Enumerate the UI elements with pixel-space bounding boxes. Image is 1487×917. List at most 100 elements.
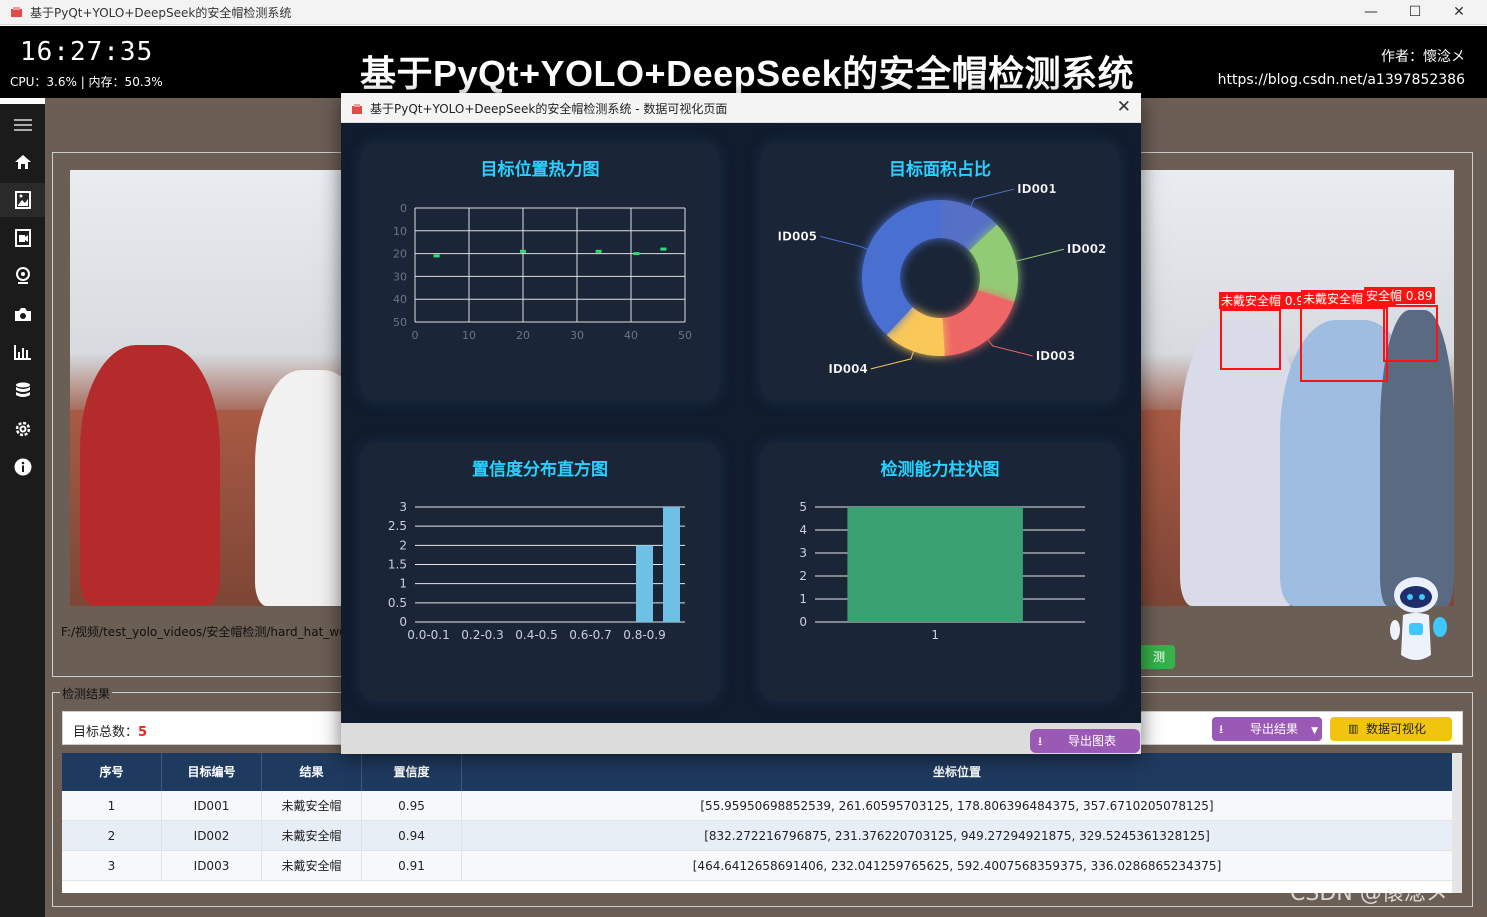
clock: 16:27:35 — [20, 37, 154, 67]
window-title: 基于PyQt+YOLO+DeepSeek的安全帽检测系统 — [30, 6, 292, 20]
y-tick-label: 3 — [799, 546, 807, 560]
export-results-label: 导出结果 — [1250, 722, 1299, 736]
camera-icon[interactable] — [0, 297, 45, 331]
download-icon: ⭳ — [1219, 722, 1224, 736]
results-table: 序号 目标编号 结果 置信度 坐标位置 1 ID001 未戴安全帽 0.95 [… — [62, 753, 1452, 893]
y-tick-label: 10 — [393, 225, 407, 238]
visualization-dialog: 基于PyQt+YOLO+DeepSeek的安全帽检测系统 - 数据可视化页面 ✕… — [341, 93, 1141, 754]
y-tick-label: 2 — [799, 569, 807, 583]
y-tick-label: 1 — [799, 592, 807, 606]
target-count-value: 5 — [138, 725, 148, 740]
chart-icon[interactable] — [0, 335, 45, 369]
author-label: 作者：懷淰メ — [1381, 49, 1465, 65]
y-tick-label: 5 — [799, 500, 807, 514]
watermark: CSDN @懷淰メ — [1290, 881, 1448, 906]
slice-label: ID005 — [778, 229, 817, 243]
image-icon[interactable] — [0, 183, 45, 217]
cell-confidence: 0.91 — [362, 851, 462, 881]
y-tick-label: 20 — [393, 248, 407, 261]
detection-label: 未戴安全帽 0.9 — [1219, 292, 1306, 309]
y-tick-label: 50 — [393, 316, 407, 329]
info-icon[interactable] — [0, 450, 45, 484]
dialog-close-button[interactable]: ✕ — [1117, 97, 1131, 117]
x-tick-label: 1 — [931, 628, 939, 642]
video-icon[interactable] — [0, 221, 45, 255]
settings-icon[interactable] — [0, 412, 45, 446]
table-header: 序号 目标编号 结果 置信度 坐标位置 — [62, 753, 1452, 791]
export-chart-button[interactable]: ⭳ 导出图表 — [1030, 729, 1140, 753]
y-tick-label: 0 — [399, 615, 407, 629]
column-header[interactable]: 坐标位置 — [462, 753, 1452, 791]
slice-label: ID004 — [828, 362, 867, 376]
slice-label: ID002 — [1067, 242, 1106, 256]
y-tick-label: 2 — [399, 538, 407, 552]
download-icon: ⭳ — [1038, 734, 1043, 748]
cell-id: ID001 — [162, 791, 262, 821]
home-icon[interactable] — [0, 145, 45, 179]
histogram-chart: 0 0.5 1 1.5 2 2.5 3 0.0-0.1 0.2-0.3 0.4-0.5 0.6-0.… — [388, 500, 685, 642]
table-row[interactable]: 3 ID003 未戴安全帽 0.91 [464.6412658691406, 2… — [62, 851, 1452, 881]
page-title: 基于PyQt+YOLO+DeepSeek的安全帽检测系统 — [360, 53, 1135, 94]
x-tick-label: 0.2-0.3 — [461, 628, 504, 642]
heatmap-card: 目标位置热力图 0 10 20 30 40 50 0 10 20 30 40 50 — [361, 143, 719, 401]
heat-cell — [633, 252, 640, 256]
chevron-down-icon[interactable]: ▼ — [1311, 719, 1318, 743]
app-header: 16:27:35 CPU：3.6% | 内存：50.3% 基于PyQt+YOLO… — [0, 26, 1487, 98]
table-row[interactable]: 2 ID002 未戴安全帽 0.94 [832.272216796875, 23… — [62, 821, 1452, 851]
y-tick-label: 2.5 — [388, 519, 407, 533]
app-window: 基于PyQt+YOLO+DeepSeek的安全帽检测系统 — ☐ ✕ 16:27… — [0, 0, 1487, 917]
donut-chart: ID001 ID002 ID003 ID004 ID005 — [777, 182, 1106, 376]
donut-slice — [862, 200, 940, 335]
x-tick-label: 0.0-0.1 — [407, 628, 450, 642]
close-button[interactable]: ✕ — [1437, 0, 1481, 25]
export-results-button[interactable]: ⭳ 导出结果 ▼ — [1212, 717, 1322, 741]
y-tick-label: 1.5 — [388, 558, 407, 572]
data-visualization-label: 数据可视化 — [1366, 722, 1427, 736]
x-tick-label: 0.6-0.7 — [569, 628, 612, 642]
y-tick-label: 0.5 — [388, 596, 407, 610]
column-header[interactable]: 目标编号 — [162, 753, 262, 791]
y-tick-label: 1 — [399, 577, 407, 591]
cell-confidence: 0.95 — [362, 791, 462, 821]
cell-result: 未戴安全帽 — [262, 791, 362, 821]
window-titlebar[interactable]: 基于PyQt+YOLO+DeepSeek的安全帽检测系统 — ☐ ✕ — [0, 0, 1487, 25]
dialog-title: 基于PyQt+YOLO+DeepSeek的安全帽检测系统 - 数据可视化页面 — [370, 102, 728, 116]
detection-box — [1300, 307, 1388, 382]
export-chart-label: 导出图表 — [1068, 734, 1117, 748]
cell-coords: [832.272216796875, 231.376220703125, 949… — [704, 829, 1210, 843]
menu-icon[interactable] — [0, 108, 45, 142]
x-tick-label: 0 — [412, 329, 419, 342]
y-tick-label: 40 — [393, 293, 407, 306]
heat-cell — [520, 249, 526, 253]
column-header[interactable]: 置信度 — [362, 753, 462, 791]
capability-bar — [847, 507, 1023, 622]
table-row[interactable]: 1 ID001 未戴安全帽 0.95 [55.95950698852539, 2… — [62, 791, 1452, 821]
cell-result: 未戴安全帽 — [262, 821, 362, 851]
column-header[interactable]: 序号 — [62, 753, 162, 791]
app-icon — [11, 7, 22, 17]
bar-chart-icon: ▥ — [1348, 722, 1359, 735]
slice-label: ID001 — [1017, 182, 1056, 196]
cell-result: 未戴安全帽 — [262, 851, 362, 881]
donut-slice — [942, 290, 1015, 356]
dialog-titlebar[interactable]: 基于PyQt+YOLO+DeepSeek的安全帽检测系统 - 数据可视化页面 ✕ — [341, 93, 1141, 123]
x-tick-label: 10 — [462, 329, 476, 342]
cell-coords: [55.95950698852539, 261.60595703125, 178… — [700, 799, 1214, 813]
label-line — [984, 336, 1033, 357]
blog-link[interactable]: https://blog.csdn.net/a1397852386 — [1218, 72, 1465, 88]
y-tick-label: 0 — [400, 202, 407, 215]
x-tick-label: 20 — [516, 329, 530, 342]
table-scrollbar[interactable] — [1452, 753, 1462, 893]
cell-id: ID003 — [162, 851, 262, 881]
minimize-button[interactable]: — — [1349, 0, 1393, 25]
data-visualization-button[interactable]: ▥ 数据可视化 — [1330, 717, 1452, 741]
histogram-bar — [636, 545, 653, 622]
cell-index: 3 — [62, 851, 162, 881]
webcam-icon[interactable] — [0, 259, 45, 293]
column-header[interactable]: 结果 — [262, 753, 362, 791]
maximize-button[interactable]: ☐ — [1393, 0, 1437, 25]
cell-index: 1 — [62, 791, 162, 821]
label-line — [968, 188, 1015, 211]
database-icon[interactable] — [0, 374, 45, 408]
x-tick-label: 30 — [570, 329, 584, 342]
